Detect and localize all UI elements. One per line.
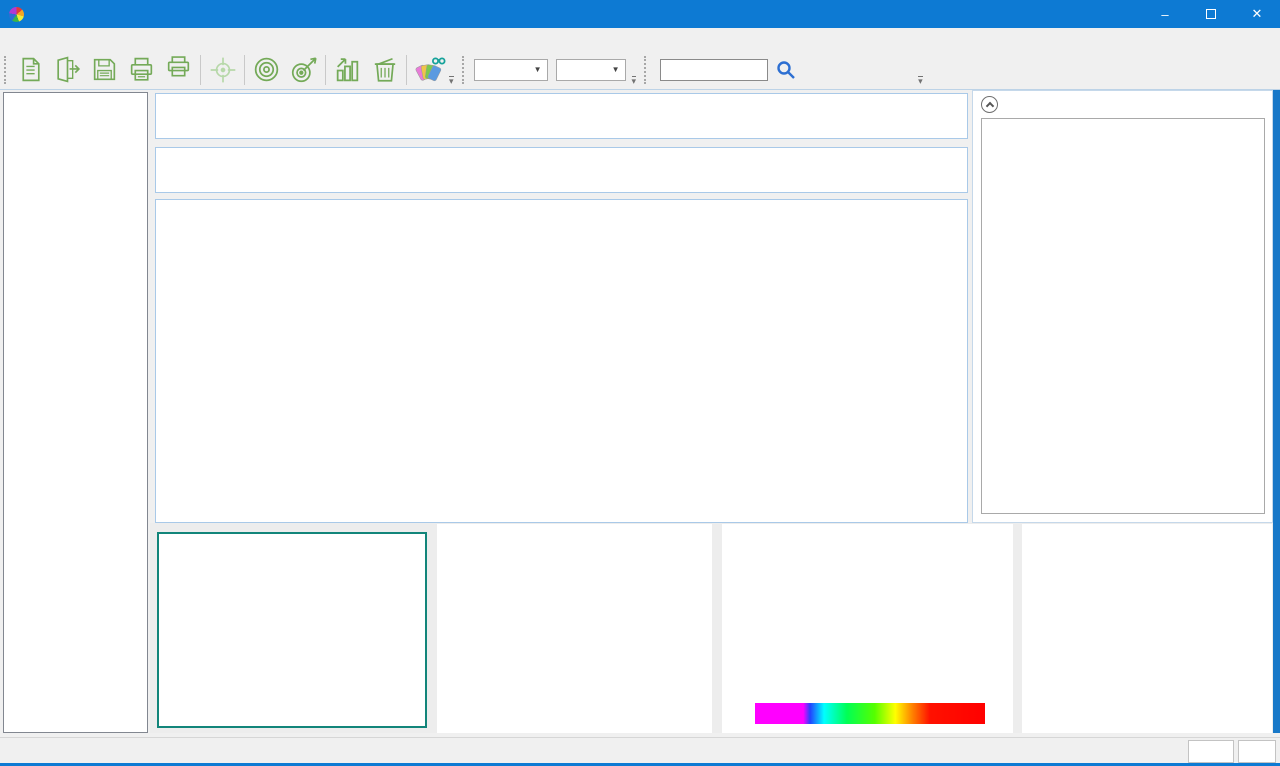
delete-button[interactable] — [366, 52, 403, 88]
measure-sample-button[interactable] — [285, 52, 322, 88]
app-window: – ✕ — [0, 0, 1280, 766]
standard-grid — [155, 147, 968, 193]
toolbar-separator — [244, 55, 245, 85]
toolbar-overflow-icon[interactable]: ▾ — [918, 76, 923, 86]
print-icon — [127, 55, 156, 84]
maximize-icon — [1206, 9, 1216, 19]
menu-bar — [0, 28, 1280, 50]
trash-icon — [370, 55, 400, 85]
delta-ab-scatter-chart — [159, 534, 425, 726]
color-difference-panel — [972, 90, 1273, 523]
color-difference-box — [981, 118, 1265, 514]
status-bar — [0, 737, 1280, 766]
chevron-down-icon: ▼ — [612, 65, 620, 74]
toolbar-separator — [406, 55, 407, 85]
chevron-down-icon: ▼ — [534, 65, 542, 74]
samples-grid — [155, 199, 968, 523]
minimize-button[interactable]: – — [1142, 0, 1188, 28]
print-word-icon — [163, 54, 194, 85]
mode-combo[interactable]: ▼ — [474, 59, 548, 81]
search-icon[interactable] — [774, 58, 798, 82]
toolbar-grip[interactable] — [4, 56, 7, 84]
measure-standard-icon — [251, 54, 282, 85]
auto-button[interactable] — [1188, 740, 1234, 763]
export-button[interactable] — [49, 52, 86, 88]
chevron-up-icon — [985, 102, 993, 110]
toolbar-grip[interactable] — [644, 56, 647, 84]
close-button[interactable]: ✕ — [1234, 0, 1280, 28]
statistics-chart-icon — [333, 55, 362, 84]
new-document-icon — [16, 55, 45, 84]
delta-e-trend-panel[interactable] — [437, 524, 712, 733]
spectrum-bar — [755, 703, 985, 724]
new-document-button[interactable] — [12, 52, 49, 88]
reflectance-chart — [722, 524, 1013, 702]
title-bar: – ✕ — [0, 0, 1280, 28]
collapse-panel-button[interactable] — [981, 96, 998, 113]
color-gamut-panel[interactable] — [1022, 524, 1272, 733]
app-logo-icon — [9, 7, 24, 22]
maximize-button[interactable] — [1188, 0, 1234, 28]
toolbar: ▾ ▼ ▼ ▾ ▾ — [0, 50, 1280, 90]
delta-e-line-chart — [437, 524, 712, 733]
dock-edge[interactable] — [1273, 90, 1280, 733]
search-input[interactable] — [660, 59, 768, 81]
sample-tree — [3, 92, 148, 733]
color-card-search-icon — [412, 54, 446, 86]
toolbar-separator — [325, 55, 326, 85]
color-card-search-button[interactable] — [410, 52, 447, 88]
toolbar-overflow-icon[interactable]: ▾ — [632, 76, 637, 86]
illuminant-combo[interactable]: ▼ — [556, 59, 626, 81]
tolerance-grid — [155, 93, 968, 139]
print-button[interactable] — [123, 52, 160, 88]
charts-area — [150, 523, 1273, 733]
export-icon — [53, 55, 82, 84]
calibration-target-icon — [208, 55, 238, 85]
toolbar-separator — [200, 55, 201, 85]
toolbar-overflow-icon[interactable]: ▾ — [449, 76, 454, 86]
save-button[interactable] — [86, 52, 123, 88]
delta-ab-scatter-panel[interactable] — [157, 532, 427, 728]
measure-standard-button[interactable] — [248, 52, 285, 88]
measure-sample-icon — [289, 55, 319, 85]
print-word-button[interactable] — [160, 52, 197, 88]
save-icon — [90, 55, 119, 84]
status-blank-box — [1238, 740, 1276, 763]
statistics-button[interactable] — [329, 52, 366, 88]
reflectance-panel[interactable] — [722, 524, 1013, 733]
toolbar-grip[interactable] — [462, 56, 465, 84]
calibration-button[interactable] — [204, 52, 241, 88]
